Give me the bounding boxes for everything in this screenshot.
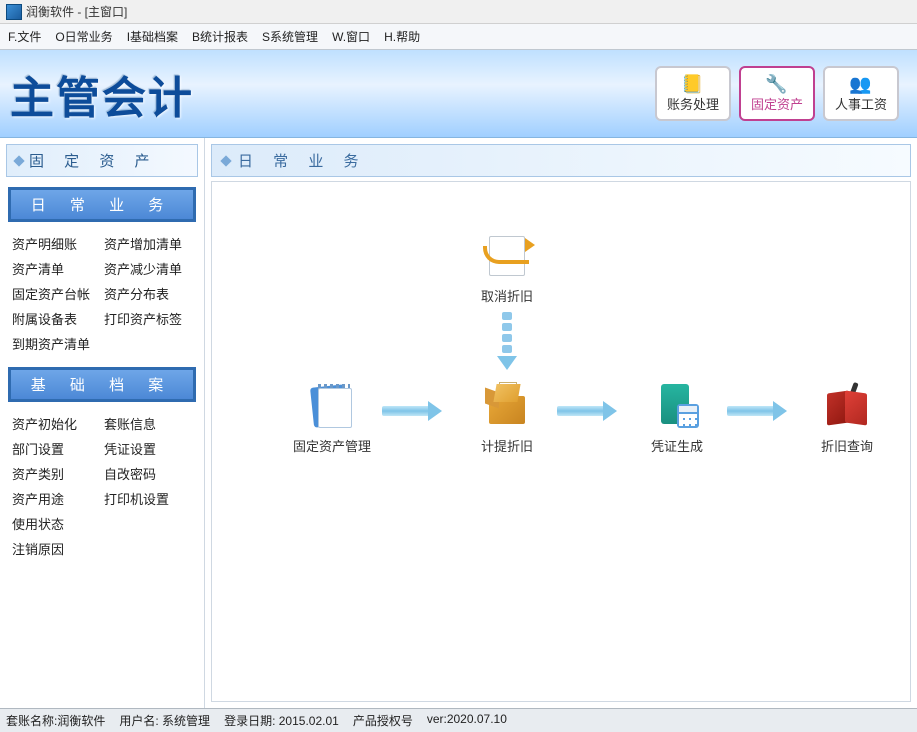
cancel-icon (479, 232, 535, 280)
menu-bar: F.文件 O日常业务 I基础档案 B统计报表 S系统管理 W.窗口 H.帮助 (0, 24, 917, 50)
header-btn-label: 固定资产 (751, 94, 803, 113)
status-user: 用户名: 系统管理 (119, 712, 210, 729)
header-btn-hr[interactable]: 人事工资 (823, 66, 899, 121)
link-asset-category[interactable]: 资产类别 (12, 464, 100, 483)
link-print-asset-label[interactable]: 打印资产标签 (104, 309, 192, 328)
sidebar-section-daily[interactable]: 日 常 业 务 (8, 187, 196, 222)
arrow-right-3 (727, 404, 787, 418)
node-label: 凭证生成 (651, 436, 703, 455)
header-btn-fixed-asset[interactable]: 固定资产 (739, 66, 815, 121)
menu-file[interactable]: F.文件 (8, 28, 41, 45)
diamond-icon (13, 155, 24, 166)
arrow-right-2 (557, 404, 617, 418)
sidebar-section-base[interactable]: 基 础 档 案 (8, 367, 196, 402)
link-asset-add-list[interactable]: 资产增加清单 (104, 234, 192, 253)
status-login-date: 登录日期: 2015.02.01 (224, 712, 339, 729)
status-bar: 套账名称:润衡软件 用户名: 系统管理 登录日期: 2015.02.01 产品授… (0, 708, 917, 732)
content-title: 日 常 业 务 (211, 144, 911, 177)
header-buttons: 账务处理 固定资产 人事工资 (655, 66, 899, 121)
menu-window[interactable]: W.窗口 (332, 28, 370, 45)
node-label: 取消折旧 (481, 286, 533, 305)
link-accessory-table[interactable]: 附属设备表 (12, 309, 100, 328)
doc-calc-icon (649, 382, 705, 430)
people-icon (849, 74, 873, 92)
link-writeoff-reason[interactable]: 注销原因 (12, 539, 100, 558)
header-btn-accounting[interactable]: 账务处理 (655, 66, 731, 121)
main: 日 常 业 务 取消折旧 固定资产管理 计提折 (205, 138, 917, 708)
link-use-status[interactable]: 使用状态 (12, 514, 100, 533)
link-voucher-setup[interactable]: 凭证设置 (104, 439, 192, 458)
link-asset-distribution[interactable]: 资产分布表 (104, 284, 192, 303)
wrench-icon (765, 74, 789, 92)
node-query[interactable]: 折旧查询 (802, 382, 892, 455)
link-asset-detail[interactable]: 资产明细账 (12, 234, 100, 253)
node-fixed-asset-manage[interactable]: 固定资产管理 (287, 382, 377, 455)
link-dept-setup[interactable]: 部门设置 (12, 439, 100, 458)
node-depreciate[interactable]: 计提折旧 (462, 382, 552, 455)
header-btn-label: 账务处理 (667, 94, 719, 113)
link-empty2 (104, 514, 192, 533)
link-fixed-asset-ledger[interactable]: 固定资产台帐 (12, 284, 100, 303)
logo-text: 主管会计 (10, 62, 194, 126)
header-banner: 主管会计 账务处理 固定资产 人事工资 (0, 50, 917, 138)
node-label: 计提折旧 (481, 436, 533, 455)
menu-daily[interactable]: O日常业务 (55, 28, 112, 45)
menu-report[interactable]: B统计报表 (192, 28, 248, 45)
menu-base[interactable]: I基础档案 (127, 28, 178, 45)
header-btn-label: 人事工资 (835, 94, 887, 113)
link-printer-setup[interactable]: 打印机设置 (104, 489, 192, 508)
sidebar-panel-title-text: 固 定 资 产 (29, 150, 158, 171)
node-label: 固定资产管理 (293, 436, 371, 455)
arrow-down (500, 312, 514, 372)
diamond-icon (220, 155, 231, 166)
box-icon (479, 382, 535, 430)
sidebar-links-daily: 资产明细账 资产增加清单 资产清单 资产减少清单 固定资产台帐 资产分布表 附属… (6, 230, 198, 357)
sidebar-panel-title: 固 定 资 产 (6, 144, 198, 177)
link-change-password[interactable]: 自改密码 (104, 464, 192, 483)
menu-help[interactable]: H.帮助 (384, 28, 420, 45)
sidebar-links-base: 资产初始化 套账信息 部门设置 凭证设置 资产类别 自改密码 资产用途 打印机设… (6, 410, 198, 562)
link-empty (104, 334, 192, 353)
link-asset-reduce-list[interactable]: 资产减少清单 (104, 259, 192, 278)
status-version: ver:2020.07.10 (427, 712, 507, 729)
sidebar: 固 定 资 产 日 常 业 务 资产明细账 资产增加清单 资产清单 资产减少清单… (0, 138, 205, 708)
link-asset-init[interactable]: 资产初始化 (12, 414, 100, 433)
link-empty3 (104, 539, 192, 558)
app-icon (6, 4, 22, 20)
node-label: 折旧查询 (821, 436, 873, 455)
link-asset-list[interactable]: 资产清单 (12, 259, 100, 278)
window-title: 润衡软件 - [主窗口] (26, 3, 127, 20)
notebook-icon (304, 382, 360, 430)
node-voucher[interactable]: 凭证生成 (632, 382, 722, 455)
arrow-right-1 (382, 404, 442, 418)
body: 固 定 资 产 日 常 业 务 资产明细账 资产增加清单 资产清单 资产减少清单… (0, 138, 917, 708)
link-asset-usage[interactable]: 资产用途 (12, 489, 100, 508)
book-icon (819, 382, 875, 430)
node-cancel-depreciation[interactable]: 取消折旧 (462, 232, 552, 305)
menu-system[interactable]: S系统管理 (262, 28, 318, 45)
workflow-canvas: 取消折旧 固定资产管理 计提折旧 (211, 181, 911, 702)
status-account: 套账名称:润衡软件 (6, 712, 105, 729)
link-book-info[interactable]: 套账信息 (104, 414, 192, 433)
status-license: 产品授权号 (353, 712, 413, 729)
ledger-icon (681, 74, 705, 92)
content-title-text: 日 常 业 务 (238, 150, 367, 171)
link-due-asset-list[interactable]: 到期资产清单 (12, 334, 100, 353)
title-bar: 润衡软件 - [主窗口] (0, 0, 917, 24)
